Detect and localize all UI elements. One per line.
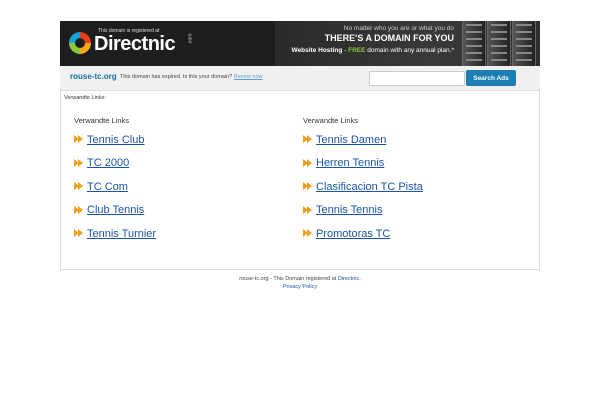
brand-dotcom: .com <box>187 33 194 45</box>
list-item[interactable]: TC Com <box>74 175 254 199</box>
expired-notice: This domain has expired. Is this your do… <box>120 74 262 80</box>
list-item[interactable]: Tennis Tennis <box>303 199 483 223</box>
double-chevron-right-icon <box>74 182 84 191</box>
tagline-small: No matter who you are or what you do <box>343 25 454 32</box>
related-link[interactable]: Clasificacion TC Pista <box>316 181 423 193</box>
list-item[interactable]: Tennis Club <box>74 128 254 152</box>
double-chevron-right-icon <box>303 158 313 168</box>
related-link[interactable]: Tennis Damen <box>316 134 386 146</box>
double-chevron-right-icon <box>303 205 313 215</box>
expired-text: This domain has expired. Is this your do… <box>120 74 233 80</box>
hosting-offer: Website Hosting - FREE domain with any a… <box>291 47 454 54</box>
related-link[interactable]: Tennis Turnier <box>87 228 156 240</box>
page-wrapper: This domain is registered at Directnic .… <box>60 21 540 270</box>
search-input[interactable] <box>369 71 465 86</box>
links-column-right: Verwandte Links Tennis Damen Herren Tenn… <box>303 116 483 246</box>
links-column-left: Verwandte Links Tennis Club TC 2000 TC C… <box>74 116 254 246</box>
related-link[interactable]: Tennis Club <box>87 134 144 146</box>
domain-search-bar: rouse-tc.org This domain has expired. Is… <box>60 66 540 91</box>
related-link[interactable]: Tennis Tennis <box>316 204 382 216</box>
double-chevron-right-icon <box>303 135 313 144</box>
brand-name: Directnic <box>94 33 176 55</box>
domain-name: rouse-tc.org <box>70 72 117 81</box>
list-item[interactable]: Clasificacion TC Pista <box>303 175 483 199</box>
double-chevron-right-icon <box>303 229 313 238</box>
list-item[interactable]: Club Tennis <box>74 199 254 223</box>
list-item[interactable]: Promotoras TC <box>303 222 483 246</box>
list-item[interactable]: Herren Tennis <box>303 152 483 176</box>
footer-registration-text: rouse-tc.org - This Domain registered at… <box>239 276 361 282</box>
directnic-footer-link[interactable]: Directnic <box>338 276 359 282</box>
list-item[interactable]: TC 2000 <box>74 152 254 176</box>
column-heading: Verwandte Links <box>303 116 359 125</box>
search-ads-button[interactable]: Search Ads <box>466 70 516 86</box>
directnic-logo-icon <box>69 32 91 54</box>
privacy-policy-link[interactable]: Privacy Policy <box>283 284 317 290</box>
column-heading: Verwandte Links <box>74 116 130 125</box>
double-chevron-right-icon <box>303 182 313 191</box>
directnic-banner[interactable]: This domain is registered at Directnic .… <box>60 21 540 66</box>
related-link[interactable]: TC Com <box>87 181 128 193</box>
renew-link[interactable]: Renew now <box>234 74 263 80</box>
server-rack-icon <box>462 21 536 66</box>
list-item[interactable]: Tennis Turnier <box>74 222 254 246</box>
list-item[interactable]: Tennis Damen <box>303 128 483 152</box>
related-links-label: Verwandte Links: <box>64 95 106 101</box>
related-links-panel: Verwandte Links: Verwandte Links Tennis … <box>60 91 540 270</box>
related-link[interactable]: Club Tennis <box>87 204 144 216</box>
double-chevron-right-icon <box>74 158 84 168</box>
double-chevron-right-icon <box>74 229 84 238</box>
related-link[interactable]: Herren Tennis <box>316 157 384 169</box>
tagline-headline: THERE'S A DOMAIN FOR YOU <box>324 33 454 43</box>
double-chevron-right-icon <box>74 205 84 215</box>
double-chevron-right-icon <box>74 135 84 144</box>
page-footer: rouse-tc.org - This Domain registered at… <box>0 276 600 292</box>
related-link[interactable]: TC 2000 <box>87 157 129 169</box>
related-link[interactable]: Promotoras TC <box>316 228 390 240</box>
